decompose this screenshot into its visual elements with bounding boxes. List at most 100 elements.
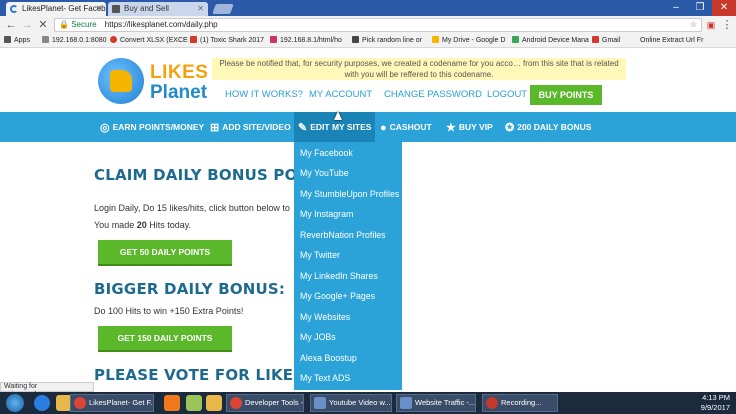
tab-label: LikesPlanet- Get Faceb: [22, 4, 106, 13]
dropdown-my-google-plus[interactable]: My Google+ Pages: [300, 291, 375, 301]
dropdown-my-jobs[interactable]: My JOBs: [300, 332, 336, 342]
get-150-points-button[interactable]: GET 150 DAILY POINTS: [98, 326, 232, 350]
thumbs-up-icon: [110, 70, 132, 92]
hits-count: 20: [136, 220, 147, 230]
ie-icon[interactable]: [34, 395, 50, 411]
tab-buy-and-sell[interactable]: Buy and Sell ✕: [108, 2, 208, 16]
window-icon: [314, 397, 326, 409]
nav-change-password[interactable]: CHANGE PASSWORD: [384, 88, 482, 102]
nav-my-account[interactable]: MY ACCOUNT: [309, 88, 372, 102]
bookmark-item[interactable]: Convert XLSX (EXCE: [110, 35, 188, 47]
taskbar-app-recording[interactable]: Recording...: [482, 394, 558, 412]
app-icon[interactable]: [164, 395, 180, 411]
coins-icon: ◎: [100, 122, 110, 134]
star-icon: ★: [446, 122, 456, 134]
mouse-cursor-icon: [334, 111, 342, 120]
bookmark-item[interactable]: Online Extract Url Fr: [640, 35, 703, 47]
secure-label: Secure: [71, 20, 97, 29]
url-text: https://likesplanet.com/daily.php: [104, 20, 218, 29]
nav-daily-bonus[interactable]: ✪ 200 DAILY BONUS: [505, 112, 591, 142]
taskbar-app-youtube-video[interactable]: Youtube Video w...: [310, 394, 392, 412]
apps-grid-icon: [4, 36, 11, 43]
bigger-bonus-heading: BIGGER DAILY BONUS:: [94, 280, 286, 298]
bookmark-star-icon[interactable]: ☆: [690, 19, 697, 31]
nav-earn-points[interactable]: ◎ EARN POINTS/MONEY: [100, 112, 204, 142]
extension-icon[interactable]: ▣: [704, 18, 718, 32]
site-header: LIKES Planet Please be notified that, fo…: [0, 48, 736, 112]
bookmark-apps[interactable]: Apps: [4, 35, 30, 47]
chrome-icon: [230, 397, 242, 409]
youtube-icon: [190, 36, 197, 43]
page-icon: [112, 5, 120, 13]
dropdown-my-twitter[interactable]: My Twitter: [300, 250, 340, 260]
dropdown-my-instagram[interactable]: My Instagram: [300, 209, 353, 219]
loading-status: Waiting for apis.google.com...: [0, 382, 94, 398]
dropdown-my-youtube[interactable]: My YouTube: [300, 168, 349, 178]
new-tab-button[interactable]: [212, 4, 234, 14]
close-tab-icon[interactable]: ✕: [197, 2, 204, 16]
stop-loading-icon[interactable]: ✕: [36, 18, 50, 32]
page-icon: [42, 36, 49, 43]
pencil-icon: ✎: [298, 122, 308, 134]
bookmark-item[interactable]: Pick random line or: [352, 35, 422, 47]
forward-arrow-icon[interactable]: →: [20, 18, 34, 32]
site-icon: [352, 36, 359, 43]
dropdown-my-facebook[interactable]: My Facebook: [300, 148, 353, 158]
medal-icon: ✪: [505, 122, 515, 134]
start-button[interactable]: [6, 394, 24, 412]
android-icon: [512, 36, 519, 43]
app-icon[interactable]: [186, 395, 202, 411]
plus-box-icon: ⊞: [210, 122, 220, 134]
lock-icon: 🔒: [59, 20, 69, 29]
dropdown-my-linkedin[interactable]: My LinkedIn Shares: [300, 271, 378, 281]
bookmark-item[interactable]: (1) Toxic Shark 2017: [190, 35, 264, 47]
dropdown-my-websites[interactable]: My Websites: [300, 312, 350, 322]
bookmark-gmail[interactable]: Gmail: [592, 35, 620, 47]
taskbar-app-website-traffic[interactable]: Website Traffic -...: [396, 394, 476, 412]
tab-likesplanet[interactable]: LikesPlanet- Get Faceb ✕: [6, 2, 106, 16]
chrome-icon: [74, 397, 86, 409]
bookmark-item[interactable]: 192.168.8.1/html/ho: [270, 35, 342, 47]
main-nav-bar: ◎ EARN POINTS/MONEY ⊞ ADD SITE/VIDEO ✎ EDIT…: [0, 112, 736, 142]
menu-kebab-icon[interactable]: ⋮: [720, 18, 734, 32]
maximize-icon[interactable]: ❐: [688, 0, 712, 16]
google-drive-icon: [432, 36, 439, 43]
dropdown-my-stumbleupon[interactable]: My StumbleUpon Profiles: [300, 189, 399, 199]
system-tray-clock[interactable]: 4:13 PM 9/9/2017: [701, 393, 730, 413]
get-50-points-button[interactable]: GET 50 DAILY POINTS: [98, 240, 232, 264]
edit-my-sites-dropdown: My Facebook My YouTube My StumbleUpon Pr…: [294, 142, 402, 390]
tab-label: Buy and Sell: [124, 4, 169, 13]
url-input[interactable]: 🔒 Secure https://likesplanet.com/daily.p…: [54, 18, 702, 32]
bookmarks-bar: Apps 192.168.0.1:8080 Convert XLSX (EXCE…: [0, 34, 736, 48]
loading-spinner-icon: [10, 5, 18, 13]
back-arrow-icon[interactable]: ←: [4, 18, 18, 32]
nav-how-it-works[interactable]: HOW IT WORKS?: [225, 88, 303, 102]
site-icon: [270, 36, 277, 43]
close-tab-icon[interactable]: ✕: [95, 2, 102, 16]
close-window-icon[interactable]: ✕: [712, 0, 736, 16]
nav-add-site[interactable]: ⊞ ADD SITE/VIDEO: [210, 112, 291, 142]
piggy-bank-icon: ●: [380, 122, 387, 134]
bookmark-item[interactable]: My Drive - Google D: [432, 35, 505, 47]
login-daily-text: Login Daily, Do 15 likes/hits, click but…: [94, 203, 290, 213]
logo-word-planet: Planet: [150, 82, 208, 103]
hits-today-text: You made 20 Hits today.: [94, 220, 192, 230]
taskbar-app-chrome[interactable]: LikesPlanet- Get F...: [70, 394, 154, 412]
likesplanet-logo[interactable]: LIKES Planet: [96, 56, 208, 106]
minimize-icon[interactable]: –: [664, 0, 688, 16]
site-icon: [110, 36, 117, 43]
bookmark-item[interactable]: Android Device Mana: [512, 35, 589, 47]
taskbar-app-devtools[interactable]: Developer Tools -...: [226, 394, 304, 412]
folder-icon[interactable]: [206, 395, 222, 411]
dropdown-alexa-boostup[interactable]: Alexa Boostup: [300, 353, 357, 363]
window-icon: [400, 397, 412, 409]
dropdown-reverbnation[interactable]: ReverbNation Profiles: [300, 230, 386, 240]
dropdown-my-text-ads[interactable]: My Text ADS: [300, 373, 350, 383]
windows-taskbar: LikesPlanet- Get F... Developer Tools -.…: [0, 392, 736, 414]
nav-logout[interactable]: LOGOUT: [487, 88, 527, 102]
nav-cashout[interactable]: ● CASHOUT: [380, 112, 432, 142]
address-bar: ← → ✕ 🔒 Secure https://likesplanet.com/d…: [0, 16, 736, 34]
nav-buy-vip[interactable]: ★ BUY VIP: [446, 112, 493, 142]
buy-points-button[interactable]: BUY POINTS: [530, 85, 602, 105]
bookmark-item[interactable]: 192.168.0.1:8080: [42, 35, 107, 47]
